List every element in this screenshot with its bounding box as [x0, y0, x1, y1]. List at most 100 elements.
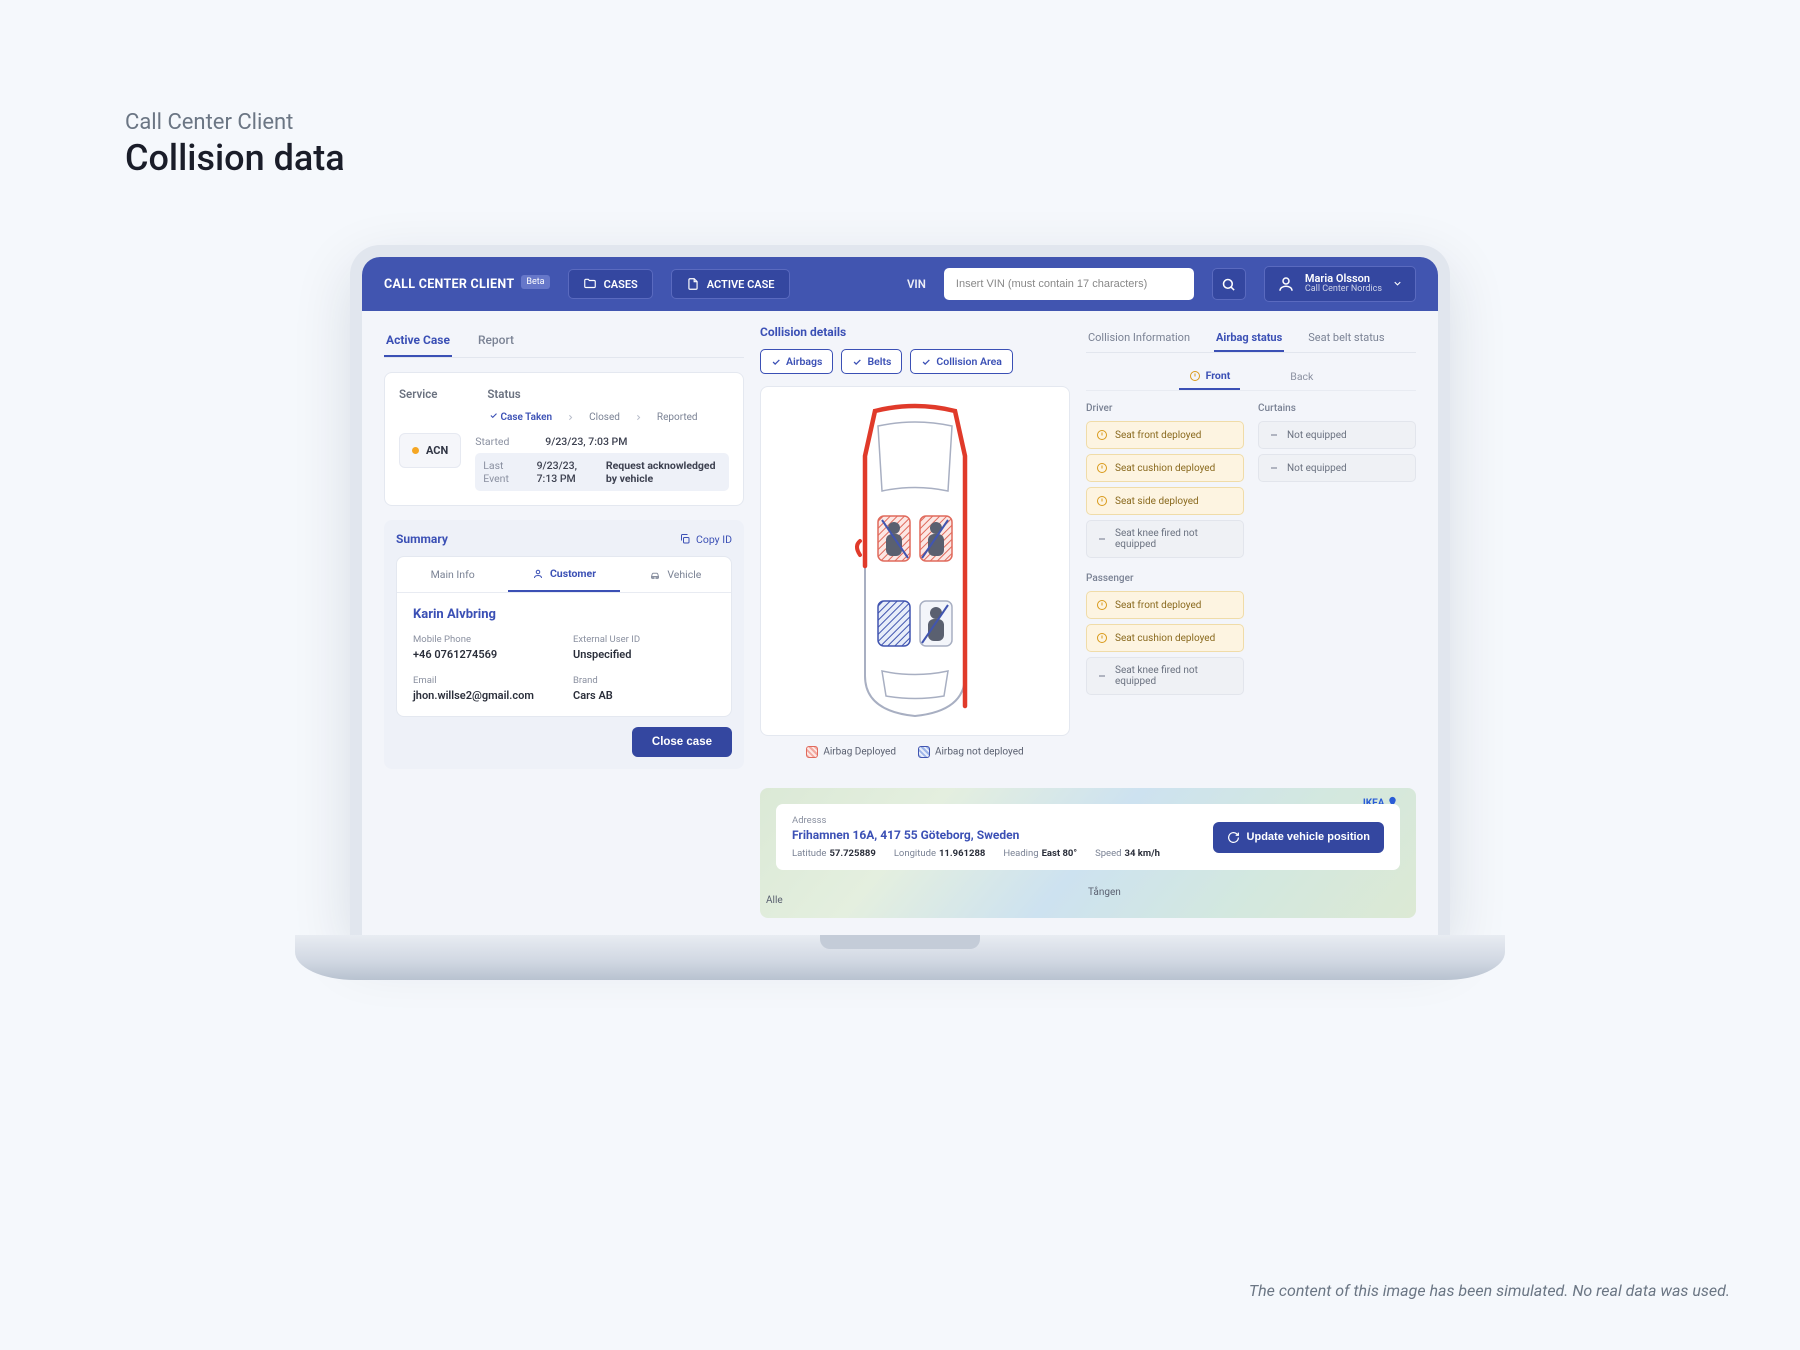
disclaimer: The content of this image has been simul…	[1249, 1281, 1730, 1300]
warning-icon	[1096, 429, 1108, 441]
step-case-taken: Case Taken	[489, 411, 552, 423]
car-diagram	[760, 386, 1070, 736]
folder-icon	[583, 277, 597, 291]
tab-airbag-status[interactable]: Airbag status	[1214, 325, 1284, 352]
status-dot-icon	[412, 447, 419, 454]
airbag-status-item: Seat knee fired not equipped	[1086, 657, 1244, 695]
dash-icon	[1096, 670, 1108, 682]
address-value: Frihamnen 16A, 417 55 Göteborg, Sweden	[792, 828, 1160, 842]
car-top-view-icon	[840, 396, 990, 726]
airbag-status-item: Seat cushion deployed	[1086, 624, 1244, 652]
address-label: Adresss	[792, 815, 1160, 826]
summary-tabs: Main Info Customer Vehicle	[397, 557, 731, 593]
page-subtitle: Call Center Client	[125, 110, 345, 135]
top-bar: CALL CENTER CLIENT Beta CASES ACTIVE CAS…	[362, 257, 1438, 311]
airbag-status-item: Seat front deployed	[1086, 421, 1244, 449]
laptop-base	[295, 935, 1505, 980]
search-button[interactable]	[1212, 268, 1246, 300]
file-icon	[686, 277, 700, 291]
check-icon	[489, 411, 498, 420]
field-brand: Brand Cars AB	[573, 675, 715, 702]
beta-badge: Beta	[521, 275, 549, 289]
dash-icon	[1268, 429, 1280, 441]
chevron-right-icon	[634, 413, 643, 422]
airbag-status-item: Not equipped	[1258, 421, 1416, 449]
airbag-status-item: Seat front deployed	[1086, 591, 1244, 619]
airbag-status-item: Seat knee fired not equipped	[1086, 520, 1244, 558]
collision-details-panel: Collision details Airbags Belts Collisio…	[760, 325, 1070, 758]
started-value: 9/23/23, 7:03 PM	[545, 435, 627, 448]
status-header: Status	[487, 387, 520, 401]
tab-back[interactable]: Back	[1280, 363, 1323, 390]
case-tabs: Active Case Report	[384, 325, 744, 358]
legend-swatch-deployed-icon	[806, 746, 818, 758]
stat-heading: HeadingEast 80°	[1003, 848, 1077, 859]
map-label-tangen: Tången	[1088, 887, 1121, 898]
vin-input[interactable]	[944, 268, 1194, 300]
tab-active-case[interactable]: Active Case	[384, 325, 452, 357]
warning-icon	[1096, 632, 1108, 644]
airbag-status-item: Seat side deployed	[1086, 487, 1244, 515]
person-icon	[532, 568, 544, 580]
airbag-status-item: Seat cushion deployed	[1086, 454, 1244, 482]
nav-active-case-button[interactable]: ACTIVE CASE	[671, 269, 790, 299]
right-column: Collision Information Airbag status Seat…	[1086, 325, 1416, 772]
customer-name: Karin Alvbring	[413, 607, 715, 622]
nav-cases-button[interactable]: CASES	[568, 269, 653, 299]
summary-card: Summary Copy ID Main Info Customer Vehic…	[384, 520, 744, 769]
last-event-box: Last Event 9/23/23, 7:13 PM Request ackn…	[475, 453, 729, 491]
tab-seat-belt-status[interactable]: Seat belt status	[1306, 325, 1386, 352]
field-phone: Mobile Phone +46 0761274569	[413, 634, 555, 661]
map-info-overlay: Adresss Frihamnen 16A, 417 55 Göteborg, …	[776, 804, 1400, 870]
legend: Airbag Deployed Airbag not deployed	[760, 746, 1070, 758]
warning-icon	[1096, 462, 1108, 474]
update-position-button[interactable]: Update vehicle position	[1213, 822, 1384, 853]
filter-airbags[interactable]: Airbags	[760, 349, 833, 374]
service-badge: ACN	[399, 433, 461, 468]
dash-icon	[1096, 533, 1108, 545]
legend-swatch-not-deployed-icon	[918, 746, 930, 758]
tab-collision-info[interactable]: Collision Information	[1086, 325, 1192, 352]
filter-collision-area[interactable]: Collision Area	[910, 349, 1013, 374]
stat-speed: Speed34 km/h	[1095, 848, 1160, 859]
step-closed: Closed	[589, 412, 620, 423]
page-heading: Call Center Client Collision data	[125, 110, 345, 179]
tab-front[interactable]: Front	[1179, 363, 1241, 390]
user-menu[interactable]: Maria Olsson Call Center Nordics	[1264, 266, 1416, 302]
warning-icon	[1096, 495, 1108, 507]
warning-icon	[1189, 370, 1201, 382]
map-panel[interactable]: IKEA Tången Alle Adresss Frihamnen 16A, …	[760, 788, 1416, 918]
vin-label: VIN	[907, 277, 926, 291]
airbag-status-item: Not equipped	[1258, 454, 1416, 482]
tab-customer[interactable]: Customer	[508, 557, 619, 592]
page-title: Collision data	[125, 137, 345, 179]
stat-longitude: Longitude11.961288	[894, 848, 986, 859]
app-root: CALL CENTER CLIENT Beta CASES ACTIVE CAS…	[362, 257, 1438, 935]
center-column: Collision details Airbags Belts Collisio…	[760, 325, 1070, 772]
check-icon	[921, 357, 931, 367]
tab-main-info[interactable]: Main Info	[397, 557, 508, 592]
airbag-group-driver: Driver Seat front deployedSeat cushion d…	[1086, 403, 1244, 563]
left-column: Active Case Report Service Status Case T…	[384, 325, 744, 772]
dash-icon	[1268, 462, 1280, 474]
service-status-card: Service Status Case Taken Closed Reporte…	[384, 372, 744, 506]
filter-belts[interactable]: Belts	[841, 349, 902, 374]
copy-id-button[interactable]: Copy ID	[679, 533, 732, 546]
close-case-button[interactable]: Close case	[632, 727, 732, 757]
stat-latitude: Latitude57.725889	[792, 848, 876, 859]
map-label-alle: Alle	[766, 895, 783, 906]
started-label: Started	[475, 435, 535, 448]
check-icon	[852, 357, 862, 367]
tab-vehicle[interactable]: Vehicle	[620, 557, 731, 592]
brand: CALL CENTER CLIENT Beta	[384, 277, 550, 292]
user-icon	[1277, 275, 1295, 293]
warning-icon	[1096, 599, 1108, 611]
copy-icon	[679, 533, 691, 545]
service-header: Service	[399, 387, 437, 401]
car-icon	[649, 569, 661, 581]
airbag-status-panel: Collision Information Airbag status Seat…	[1086, 325, 1416, 700]
summary-title: Summary	[396, 532, 448, 546]
status-stepper: Case Taken Closed Reported	[489, 411, 729, 423]
tab-report[interactable]: Report	[476, 325, 516, 357]
chevron-right-icon	[566, 413, 575, 422]
